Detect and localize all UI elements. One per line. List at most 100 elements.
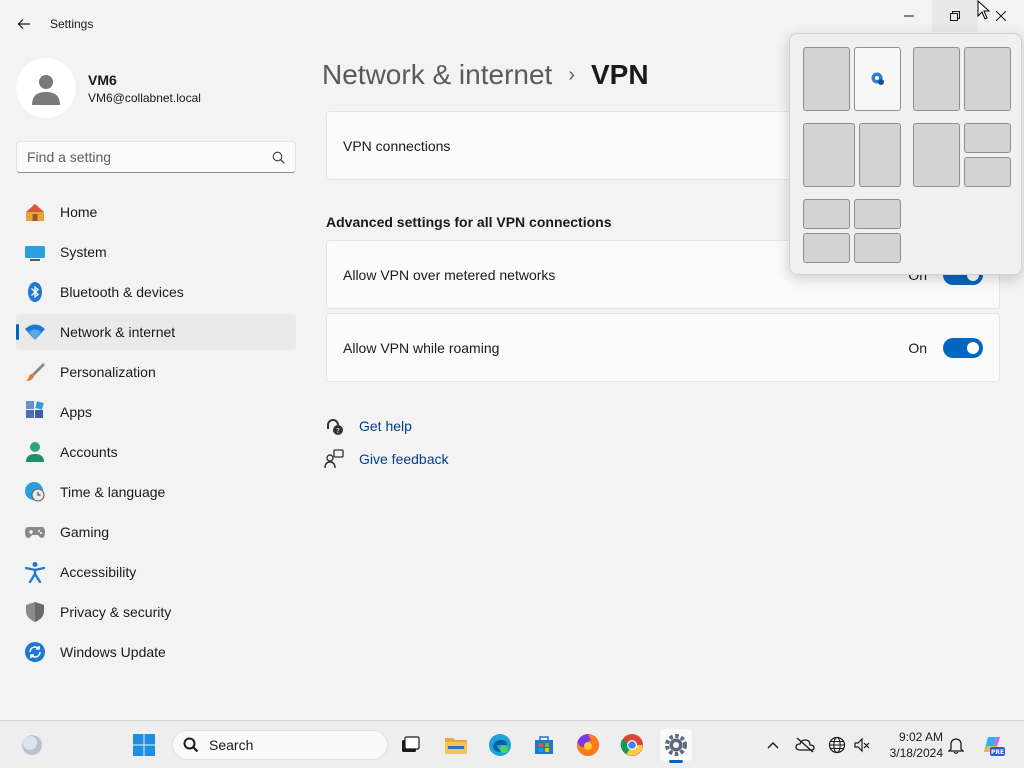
snap-zone-left-half[interactable] (803, 47, 850, 111)
chrome-button[interactable] (616, 729, 648, 761)
give-feedback-link[interactable]: Give feedback (359, 451, 449, 467)
accessibility-icon (24, 561, 46, 583)
back-arrow-icon (17, 19, 30, 29)
page-title: VPN (591, 59, 649, 90)
help-links: ? Get help Give feedback (324, 415, 449, 481)
sidebar-item-label: Home (60, 204, 98, 220)
restore-icon (950, 11, 960, 21)
sidebar-item-label: Personalization (60, 364, 156, 380)
sidebar-item-home[interactable]: Home (16, 194, 296, 230)
sidebar-item-network[interactable]: Network & internet (16, 314, 296, 350)
profile-name: VM6 (88, 71, 117, 88)
copilot-button[interactable]: PRE (976, 729, 1008, 761)
sidebar-item-label: System (60, 244, 107, 260)
feedback-icon (324, 449, 344, 469)
task-view-button[interactable] (394, 729, 426, 761)
gear-icon (665, 734, 687, 756)
onedrive-status-button[interactable] (795, 735, 815, 755)
sidebar-item-windows-update[interactable]: Windows Update (16, 634, 296, 670)
settings-search[interactable] (16, 141, 296, 173)
sidebar-item-label: Windows Update (60, 644, 166, 660)
snap-zone-quadrant-br[interactable] (854, 233, 901, 263)
file-explorer-button[interactable] (440, 729, 472, 761)
snap-zone-column-wide[interactable] (803, 123, 855, 187)
sidebar-item-label: Accessibility (60, 564, 137, 580)
user-profile[interactable]: VM6 VM6@collabnet.local (16, 58, 201, 118)
show-hidden-icons-button[interactable] (763, 735, 783, 755)
bell-icon (948, 738, 964, 754)
clock-time: 9:02 AM (898, 730, 943, 744)
snap-zone-right[interactable] (964, 47, 1011, 111)
snap-zone-quadrant-tr[interactable] (854, 199, 901, 229)
minimize-button[interactable] (886, 0, 932, 32)
sidebar-item-label: Gaming (60, 524, 110, 540)
notifications-button[interactable] (946, 735, 966, 755)
sidebar-item-time-language[interactable]: Time & language (16, 474, 296, 510)
setting-label: Allow VPN while roaming (343, 339, 500, 356)
edge-button[interactable] (484, 729, 516, 761)
globe-clock-icon (24, 481, 46, 503)
sidebar-item-privacy[interactable]: Privacy & security (16, 594, 296, 630)
apps-icon (24, 401, 46, 423)
sidebar-item-bluetooth[interactable]: Bluetooth & devices (16, 274, 296, 310)
globe-icon (828, 736, 846, 754)
mouse-cursor-icon (977, 0, 991, 20)
sidebar-item-label: Time & language (60, 484, 166, 500)
breadcrumb-parent[interactable]: Network & internet (322, 59, 552, 91)
volume-tray-button[interactable] (852, 735, 872, 755)
maximize-button[interactable] (932, 0, 978, 32)
clock-date: 3/18/2024 (889, 746, 943, 760)
sidebar-item-personalization[interactable]: Personalization (16, 354, 296, 390)
svg-text:?: ? (336, 427, 340, 435)
get-help-link[interactable]: Get help (359, 418, 412, 434)
firefox-button[interactable] (572, 729, 604, 761)
settings-taskbar-button[interactable] (660, 729, 692, 763)
network-tray-button[interactable] (827, 735, 847, 755)
shield-icon (24, 601, 46, 623)
minimize-icon (904, 15, 914, 17)
breadcrumb-separator: › (568, 63, 575, 86)
home-icon (24, 201, 46, 223)
start-button[interactable] (128, 729, 160, 761)
accounts-icon (24, 441, 46, 463)
snap-zone-main[interactable] (913, 123, 960, 187)
snap-zone-quadrant-bl[interactable] (803, 233, 850, 263)
sidebar-item-label: Accounts (60, 444, 118, 460)
snap-zone-top-right[interactable] (964, 123, 1011, 153)
roaming-toggle[interactable] (943, 337, 983, 358)
store-button[interactable] (528, 729, 560, 761)
wifi-icon (24, 321, 46, 343)
sidebar-item-accessibility[interactable]: Accessibility (16, 554, 296, 590)
widgets-button[interactable] (16, 729, 48, 761)
windows-logo-icon (133, 734, 155, 756)
get-help-row: ? Get help (324, 415, 449, 437)
snap-zone-quadrant-tl[interactable] (803, 199, 850, 229)
sidebar-item-apps[interactable]: Apps (16, 394, 296, 430)
cloud-off-icon (795, 737, 815, 753)
snap-zone-left[interactable] (913, 47, 960, 111)
help-icon: ? (324, 416, 344, 436)
sidebar-item-accounts[interactable]: Accounts (16, 434, 296, 470)
vpn-connections-label: VPN connections (343, 137, 451, 154)
taskbar-search-label: Search (209, 737, 254, 753)
snap-zone-column[interactable] (859, 123, 901, 187)
settings-app-icon (871, 72, 884, 85)
store-icon (535, 736, 553, 754)
firefox-icon (577, 733, 600, 756)
snap-zone-bottom-right[interactable] (964, 157, 1011, 187)
back-button[interactable] (12, 12, 36, 36)
edge-icon (489, 734, 511, 756)
snap-layouts-flyout (789, 33, 1022, 275)
taskbar-search[interactable]: Search (172, 730, 388, 760)
search-icon (183, 737, 199, 753)
chevron-up-icon (767, 742, 779, 749)
sidebar-item-label: Bluetooth & devices (60, 284, 184, 300)
sidebar-item-system[interactable]: System (16, 234, 296, 270)
taskbar-clock[interactable]: 9:02 AM 3/18/2024 (883, 729, 943, 761)
sidebar-item-gaming[interactable]: Gaming (16, 514, 296, 550)
update-icon (24, 641, 46, 663)
snap-zone-right-half[interactable] (854, 47, 901, 111)
avatar (16, 58, 76, 118)
window-controls (886, 0, 1024, 32)
search-input[interactable] (27, 149, 272, 165)
